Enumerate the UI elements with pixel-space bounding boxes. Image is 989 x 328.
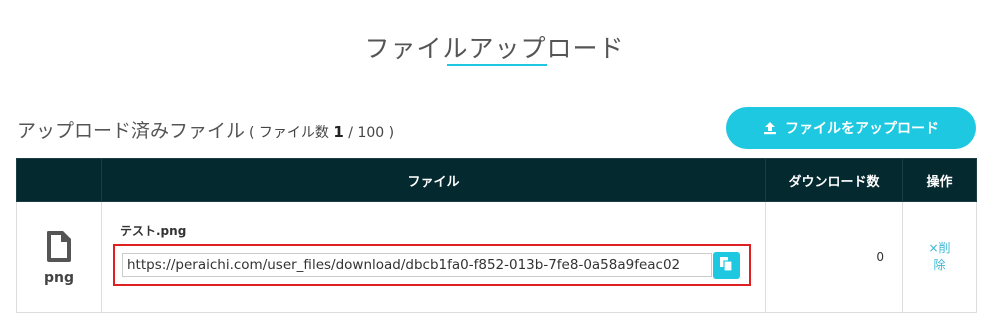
- file-icon: [17, 229, 101, 263]
- file-info-cell: テスト.png: [101, 201, 766, 313]
- upload-file-button[interactable]: ファイルをアップロード: [726, 107, 976, 149]
- delete-link[interactable]: ×削除: [928, 240, 952, 274]
- column-header-file: ファイル: [101, 158, 766, 202]
- table-header-row: ファイル ダウンロード数 操作: [16, 158, 977, 202]
- column-header-type: [16, 158, 102, 202]
- uploaded-files-label: アップロード済みファイル: [17, 120, 246, 142]
- uploaded-files-table: ファイル ダウンロード数 操作 png テスト.png https://pera…: [16, 158, 977, 313]
- copy-icon: [719, 256, 734, 276]
- download-count: 0: [765, 201, 903, 313]
- uploaded-files-heading: アップロード済みファイル( ファイル数 1 / 100 ): [17, 116, 394, 143]
- file-count: ( ファイル数 1 / 100 ): [249, 123, 395, 141]
- title-underline: [447, 64, 547, 66]
- file-url-highlight: [113, 244, 751, 286]
- page-title: ファイルアップロード: [364, 33, 625, 63]
- copy-url-button[interactable]: [713, 252, 740, 279]
- action-cell: ×削除: [902, 201, 977, 313]
- table-row: png テスト.png 0: [16, 201, 977, 313]
- file-url-field[interactable]: [122, 253, 712, 277]
- file-type-cell: png: [16, 201, 102, 313]
- file-type-label: png: [43, 269, 74, 286]
- file-count-max: 100: [357, 125, 385, 141]
- column-header-actions: 操作: [902, 158, 977, 202]
- upload-icon: [763, 121, 777, 135]
- upload-button-label: ファイルをアップロード: [785, 121, 939, 137]
- file-name: テスト.png: [120, 224, 187, 238]
- column-header-downloads: ダウンロード数: [765, 158, 903, 202]
- file-count-current: 1: [333, 123, 344, 141]
